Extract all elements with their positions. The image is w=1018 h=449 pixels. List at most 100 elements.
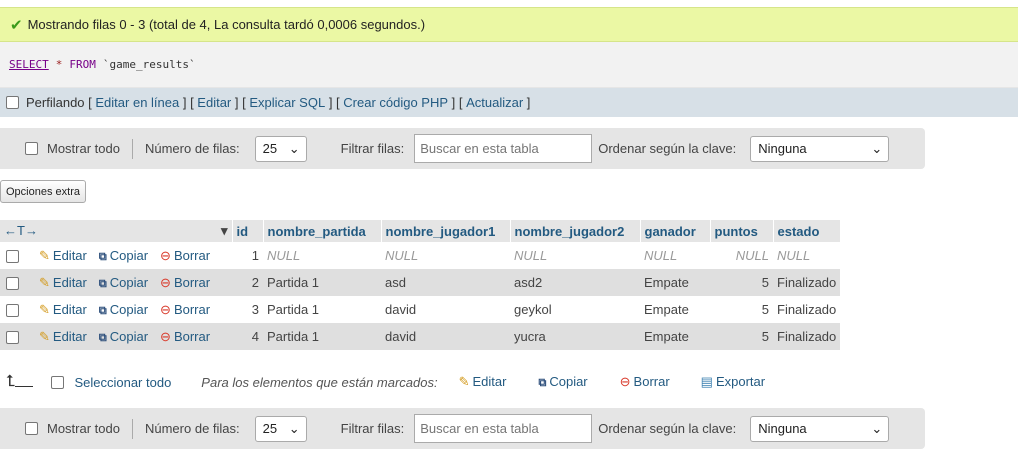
profiling-checkbox[interactable]: [6, 96, 19, 109]
cell-estado[interactable]: Finalizado: [773, 269, 841, 296]
row-copy-button[interactable]: ⧉ Copiar: [99, 248, 148, 263]
pencil-icon: ✎: [39, 274, 50, 290]
explain-sql-link[interactable]: Explicar SQL: [249, 95, 325, 110]
show-all-label[interactable]: Mostrar todo: [47, 141, 120, 156]
row-edit-button[interactable]: ✎ Editar: [39, 302, 87, 317]
cell-nombre-jugador2[interactable]: geykol: [510, 296, 640, 323]
filter-input[interactable]: Buscar en esta tabla: [414, 414, 593, 443]
show-all-label[interactable]: Mostrar todo: [47, 421, 120, 436]
bulk-edit-label: Editar: [472, 374, 507, 389]
copy-icon: ⧉: [98, 277, 107, 290]
with-selected-label: Para los elementos que están marcados:: [201, 374, 438, 390]
column-header-nombre-jugador2[interactable]: nombre_jugador2: [510, 220, 641, 242]
export-button[interactable]: ▤ Exportar: [701, 374, 765, 390]
show-all-checkbox[interactable]: [25, 142, 38, 155]
cell-ganador[interactable]: Empate: [640, 269, 710, 296]
create-php-link[interactable]: Crear código PHP: [343, 95, 448, 110]
cell-ganador[interactable]: Empate: [640, 296, 710, 323]
select-all-checkbox[interactable]: [51, 375, 65, 389]
delete-icon: ⊖: [160, 328, 171, 344]
cell-nombre-jugador1[interactable]: asd: [381, 269, 510, 296]
bulk-delete-label: Borrar: [633, 374, 670, 389]
refresh-link[interactable]: Actualizar: [466, 95, 523, 110]
sql-table-name: `game_results`: [102, 58, 196, 71]
cell-id[interactable]: 1: [232, 242, 263, 269]
rows-label: Número de filas:: [144, 141, 240, 156]
cell-nombre-jugador1[interactable]: david: [381, 296, 510, 323]
cell-id[interactable]: 4: [232, 323, 263, 350]
cell-nombre-jugador2[interactable]: NULL: [510, 242, 640, 269]
column-header-estado[interactable]: estado: [773, 220, 841, 242]
cell-puntos[interactable]: NULL: [710, 242, 773, 269]
column-header-nombre-partida[interactable]: nombre_partida: [263, 220, 382, 242]
column-header-nombre-jugador1[interactable]: nombre_jugador1: [381, 220, 511, 242]
dropdown-arrow-icon[interactable]: ▾: [221, 223, 228, 239]
row-copy-button[interactable]: ⧉ Copiar: [99, 302, 148, 317]
row-edit-button[interactable]: ✎ Editar: [39, 275, 87, 290]
table-row: ✎ Editar ⧉ Copiar ⊖ Borrar 2 Partida 1 asd asd2 Em…: [0, 269, 841, 296]
sql-select-keyword[interactable]: SELECT: [9, 58, 49, 71]
sort-select[interactable]: Ninguna ⌄: [750, 415, 890, 442]
row-checkbox[interactable]: [6, 276, 19, 290]
cell-nombre-jugador2[interactable]: yucra: [510, 323, 640, 350]
inline-edit-link[interactable]: Editar en línea: [95, 95, 179, 110]
select-all-link[interactable]: Seleccionar todo: [74, 375, 171, 390]
cell-nombre-partida[interactable]: NULL: [263, 242, 381, 269]
edit-link[interactable]: Editar: [197, 95, 231, 110]
cell-ganador[interactable]: NULL: [640, 242, 710, 269]
table-row: ✎ Editar ⧉ Copiar ⊖ Borrar 1 NULL NULL NULL NULL NU…: [0, 242, 841, 269]
row-copy-button[interactable]: ⧉ Copiar: [99, 275, 148, 290]
row-delete-label: Borrar: [173, 301, 211, 317]
cell-nombre-jugador2[interactable]: asd2: [510, 269, 640, 296]
sql-query-box[interactable]: SELECT * FROM `game_results`: [0, 42, 1018, 88]
cell-estado[interactable]: NULL: [773, 242, 841, 269]
row-copy-label: Copiar: [109, 301, 149, 317]
cell-nombre-jugador1[interactable]: david: [381, 323, 510, 350]
cell-puntos[interactable]: 5: [710, 296, 773, 323]
sort-select-value: Ninguna: [758, 141, 807, 156]
sort-select[interactable]: Ninguna ⌄: [750, 135, 890, 162]
cell-id[interactable]: 2: [232, 269, 263, 296]
bulk-delete-button[interactable]: ⊖ Borrar: [620, 374, 670, 390]
row-edit-button[interactable]: ✎ Editar: [39, 248, 87, 263]
row-checkbox[interactable]: [6, 330, 19, 344]
show-all-checkbox[interactable]: [25, 422, 38, 435]
row-actions: ✎ Editar ⧉ Copiar ⊖ Borrar: [0, 242, 232, 269]
row-copy-label: Copiar: [109, 274, 149, 290]
row-delete-button[interactable]: ⊖ Borrar: [160, 302, 210, 317]
cell-nombre-partida[interactable]: Partida 1: [263, 296, 381, 323]
cell-puntos[interactable]: 5: [710, 323, 773, 350]
rows-select[interactable]: 25 ⌄: [254, 415, 307, 442]
cell-nombre-partida[interactable]: Partida 1: [263, 269, 381, 296]
cell-estado[interactable]: Finalizado: [773, 323, 841, 350]
column-nav-header[interactable]: ←T→ ▾: [0, 220, 233, 242]
filter-input[interactable]: Buscar en esta tabla: [414, 134, 593, 163]
cell-nombre-jugador1[interactable]: NULL: [381, 242, 510, 269]
check-icon: ✔: [10, 16, 23, 34]
delete-icon: ⊖: [160, 301, 171, 317]
cell-ganador[interactable]: Empate: [640, 323, 710, 350]
row-actions: ✎ Editar ⧉ Copiar ⊖ Borrar: [0, 269, 232, 296]
cell-estado[interactable]: Finalizado: [773, 296, 841, 323]
cell-id[interactable]: 3: [232, 296, 263, 323]
row-delete-button[interactable]: ⊖ Borrar: [160, 275, 210, 290]
column-header-id[interactable]: id: [232, 220, 264, 242]
row-edit-label: Editar: [52, 274, 87, 290]
column-header-ganador[interactable]: ganador: [640, 220, 711, 242]
column-arrows-icon[interactable]: ←T→: [4, 223, 38, 238]
column-header-puntos[interactable]: puntos: [710, 220, 774, 242]
row-delete-button[interactable]: ⊖ Borrar: [160, 329, 210, 344]
row-checkbox[interactable]: [6, 249, 19, 263]
cell-nombre-partida[interactable]: Partida 1: [263, 323, 381, 350]
extra-options-button[interactable]: Opciones extra: [0, 180, 86, 203]
row-checkbox[interactable]: [6, 303, 19, 317]
bulk-edit-button[interactable]: ✎ Editar: [459, 374, 507, 390]
row-delete-button[interactable]: ⊖ Borrar: [160, 248, 210, 263]
row-edit-button[interactable]: ✎ Editar: [39, 329, 87, 344]
bulk-copy-button[interactable]: ⧉ Copiar: [538, 374, 587, 390]
row-copy-button[interactable]: ⧉ Copiar: [99, 329, 148, 344]
cell-puntos[interactable]: 5: [710, 269, 773, 296]
arrow-tail: [15, 377, 34, 387]
rows-select[interactable]: 25 ⌄: [254, 135, 307, 162]
filter-label: Filtrar filas:: [340, 421, 405, 436]
